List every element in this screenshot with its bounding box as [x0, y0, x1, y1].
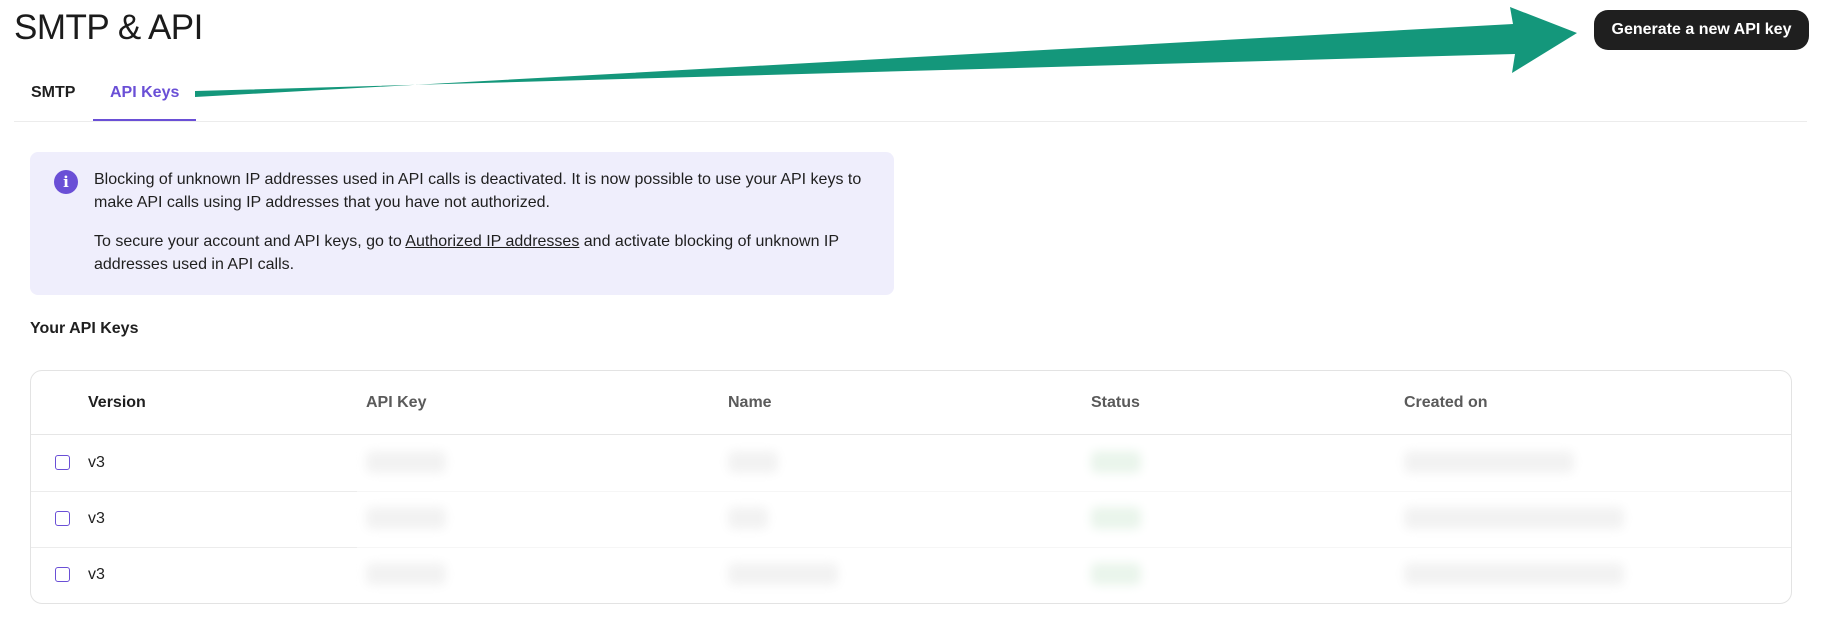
redacted-created-on: [1404, 451, 1574, 473]
row-checkbox[interactable]: [55, 511, 70, 526]
redacted-api-key: [366, 507, 446, 529]
redacted-name: [728, 507, 768, 529]
row-checkbox[interactable]: [55, 455, 70, 470]
redacted-status: [1091, 507, 1141, 529]
cell-version: v3: [88, 454, 105, 471]
column-header-created-on: Created on: [1404, 394, 1488, 411]
column-header-name: Name: [728, 394, 772, 411]
table-row: v3: [31, 547, 1791, 603]
page-title: SMTP & API: [14, 8, 203, 47]
api-keys-table: Version API Key Name Status Created on v…: [30, 370, 1792, 604]
api-keys-section-title: Your API Keys: [30, 320, 139, 337]
tab-api-keys[interactable]: API Keys: [93, 64, 197, 121]
info-icon: i: [54, 170, 78, 194]
tab-bar: SMTP API Keys: [14, 64, 1807, 122]
cell-version: v3: [88, 566, 105, 583]
authorized-ip-addresses-link[interactable]: Authorized IP addresses: [405, 233, 579, 250]
info-banner-text: Blocking of unknown IP addresses used in…: [94, 168, 874, 292]
redacted-name: [728, 451, 778, 473]
generate-api-key-button[interactable]: Generate a new API key: [1594, 10, 1809, 50]
redacted-status: [1091, 451, 1141, 473]
column-header-version: Version: [88, 394, 146, 411]
cell-version: v3: [88, 510, 105, 527]
column-header-api-key: API Key: [366, 394, 427, 411]
redacted-api-key: [366, 451, 446, 473]
redacted-created-on: [1404, 563, 1624, 585]
info-paragraph-2: To secure your account and API keys, go …: [94, 230, 874, 276]
redacted-api-key: [366, 563, 446, 585]
info-paragraph-2-before: To secure your account and API keys, go …: [94, 233, 406, 250]
redacted-status: [1091, 563, 1141, 585]
redacted-name: [728, 563, 838, 585]
tab-smtp[interactable]: SMTP: [14, 64, 92, 119]
redacted-created-on: [1404, 507, 1624, 529]
info-banner: i Blocking of unknown IP addresses used …: [30, 152, 894, 295]
table-row: v3: [31, 491, 1791, 548]
table-header: Version API Key Name Status Created on: [31, 371, 1791, 435]
table-row: v3: [31, 435, 1791, 492]
row-checkbox[interactable]: [55, 567, 70, 582]
column-header-status: Status: [1091, 394, 1140, 411]
info-paragraph-1: Blocking of unknown IP addresses used in…: [94, 171, 862, 211]
